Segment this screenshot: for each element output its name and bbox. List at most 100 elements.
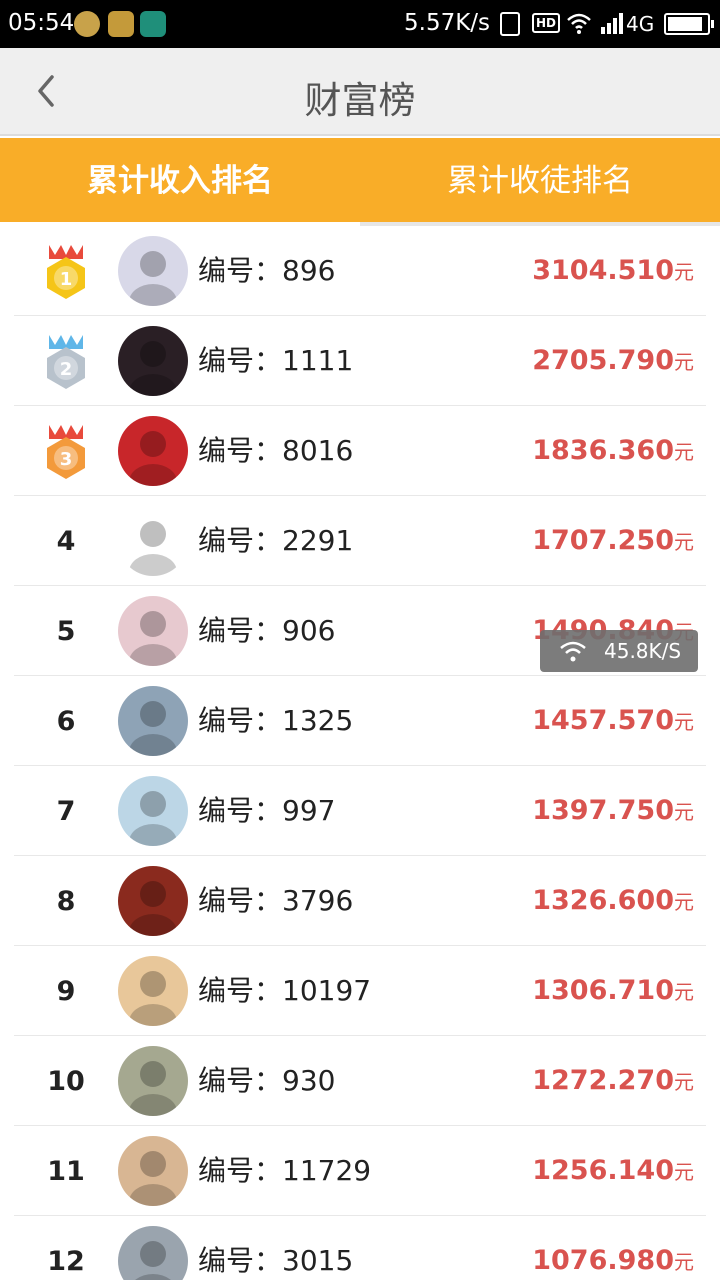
wifi-icon [560,641,586,662]
rank-medal: 1 [26,226,106,316]
avatar [118,1226,188,1280]
income-amount: 1836.360元 [532,406,694,496]
avatar [118,416,188,486]
id-value: 1111 [282,344,354,377]
amount-value: 3104.510 [532,255,674,286]
wifi-icon [567,13,591,34]
header-bar: 财富榜 [0,48,720,136]
id-value: 3796 [282,884,354,917]
avatar-image [129,881,177,936]
avatar-image [129,1061,177,1116]
member-id: 编号：2291 [198,496,353,586]
id-value: 930 [282,1064,336,1097]
currency-unit: 元 [674,1250,694,1274]
id-value: 11729 [282,1154,372,1187]
bronze-medal-icon: 3 [47,425,85,479]
avatar-image [135,1241,171,1280]
gold-medal-icon: 1 [47,245,85,299]
tab-income-ranking[interactable]: 累计收入排名 [0,138,360,226]
list-item[interactable]: 11 编号：11729 1256.140元 [0,1126,720,1216]
rank-number: 10 [47,1065,85,1097]
amount-value: 1256.140 [532,1155,674,1186]
id-value: 2291 [282,524,354,557]
toast-speed: 45.8K/S [604,639,682,663]
id-prefix: 编号： [198,794,283,827]
network-type: 4G [626,12,655,36]
avatar [118,776,188,846]
id-value: 3015 [282,1244,354,1277]
amount-value: 1707.250 [532,525,674,556]
id-prefix: 编号： [198,704,283,737]
list-item[interactable]: 10 编号：930 1272.270元 [0,1036,720,1126]
rank-medal: 3 [26,406,106,496]
id-prefix: 编号： [198,614,283,647]
income-amount: 1457.570元 [532,676,694,766]
network-speed: 5.57K/s [404,10,491,36]
currency-unit: 元 [674,1160,694,1184]
currency-unit: 元 [674,1070,694,1094]
id-value: 8016 [282,434,354,467]
currency-unit: 元 [674,800,694,824]
income-amount: 3104.510元 [532,226,694,316]
rank-number: 7 [56,795,76,827]
silver-medal-icon: 2 [47,335,85,389]
rank-number: 6 [56,705,76,737]
list-item[interactable]: 8 编号：3796 1326.600元 [0,856,720,946]
list-item[interactable]: 1 编号：896 3104.510元 [0,226,720,316]
rank-number: 5 [56,615,76,647]
amount-value: 1272.270 [532,1065,674,1096]
amount-value: 1397.750 [532,795,674,826]
currency-unit: 元 [674,980,694,1004]
member-id: 编号：8016 [198,406,353,496]
currency-unit: 元 [674,440,694,464]
rank-medal: 2 [26,316,106,406]
member-id: 编号：3796 [198,856,353,946]
amount-value: 1836.360 [532,435,674,466]
income-amount: 1326.600元 [532,856,694,946]
list-item[interactable]: 7 编号：997 1397.750元 [0,766,720,856]
list-item[interactable]: 6 编号：1325 1457.570元 [0,676,720,766]
id-prefix: 编号： [198,254,283,287]
app-notification-icon [74,11,100,37]
avatar [118,596,188,666]
list-item[interactable]: 2 编号：1111 2705.790元 [0,316,720,406]
rank-number: 8 [56,885,76,917]
currency-unit: 元 [674,350,694,374]
avatar-image [129,341,177,396]
avatar [118,506,188,576]
id-prefix: 编号： [198,884,283,917]
signal-icon [601,13,623,34]
vibrate-icon [500,12,520,36]
income-amount: 1707.250元 [532,496,694,586]
avatar-image [129,251,177,306]
amount-value: 1076.980 [532,1245,674,1276]
id-value: 10197 [282,974,372,1007]
avatar-image [129,1151,177,1206]
rank-number: 9 [56,975,76,1007]
id-prefix: 编号： [198,524,283,557]
network-speed-toast: 45.8K/S [540,630,698,672]
hd-icon: HD [532,13,561,33]
list-item[interactable]: 12 编号：3015 1076.980元 [0,1216,720,1280]
id-prefix: 编号： [198,344,283,377]
list-item[interactable]: 3 编号：8016 1836.360元 [0,406,720,496]
income-amount: 1076.980元 [532,1216,694,1280]
id-prefix: 编号： [198,1154,283,1187]
member-id: 编号：1111 [198,316,353,406]
id-prefix: 编号： [198,1064,283,1097]
list-item[interactable]: 9 编号：10197 1306.710元 [0,946,720,1036]
currency-unit: 元 [674,260,694,284]
list-item[interactable]: 4 编号：2291 1707.250元 [0,496,720,586]
currency-unit: 元 [674,710,694,734]
id-value: 896 [282,254,336,287]
tab-disciples-ranking[interactable]: 累计收徒排名 [360,138,720,226]
member-id: 编号：930 [198,1036,335,1126]
member-id: 编号：997 [198,766,335,856]
scan-app-icon [140,11,166,37]
income-amount: 1397.750元 [532,766,694,856]
status-time: 05:54 [8,10,75,36]
battery-icon [664,13,714,35]
amount-value: 1326.600 [532,885,674,916]
avatar [118,236,188,306]
currency-unit: 元 [674,890,694,914]
